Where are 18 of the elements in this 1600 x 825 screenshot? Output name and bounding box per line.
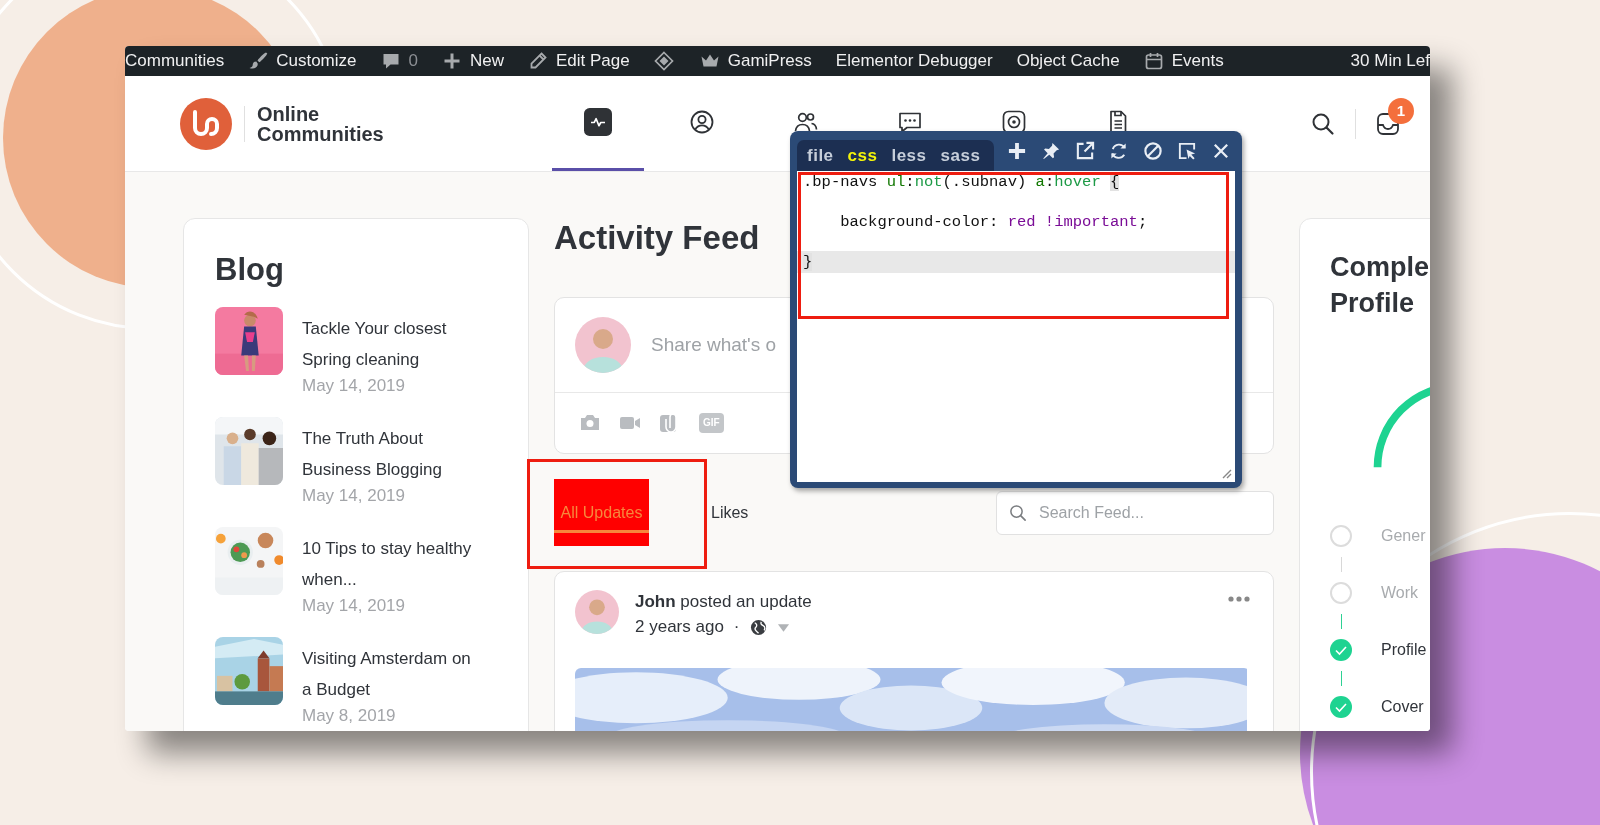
step-label: Cover bbox=[1381, 698, 1424, 716]
step-label: Work bbox=[1381, 584, 1419, 602]
step-label: Gener bbox=[1381, 527, 1426, 545]
card-title: Comple Profile bbox=[1330, 251, 1430, 320]
code-line: background-color: red !important; bbox=[839, 212, 1149, 233]
post-time: 2 years ago bbox=[635, 616, 724, 638]
post-headline: John posted an update bbox=[635, 591, 812, 613]
post-date: May 14, 2019 bbox=[302, 485, 406, 507]
step-label: Profile bbox=[1381, 641, 1427, 659]
code-line: .bp-navs ul:not(.subnav) a:hover { bbox=[802, 172, 1121, 193]
section-title: Blog bbox=[215, 251, 285, 289]
page-title: Activity Feed bbox=[554, 218, 760, 258]
separator: · bbox=[733, 616, 740, 638]
post-date: May 14, 2019 bbox=[302, 595, 406, 617]
post-date: May 14, 2019 bbox=[302, 375, 406, 397]
post-date: May 8, 2019 bbox=[302, 705, 397, 727]
timer-label: 30 Min Lef bbox=[1350, 51, 1430, 71]
notification-badge: 1 bbox=[1388, 97, 1414, 124]
